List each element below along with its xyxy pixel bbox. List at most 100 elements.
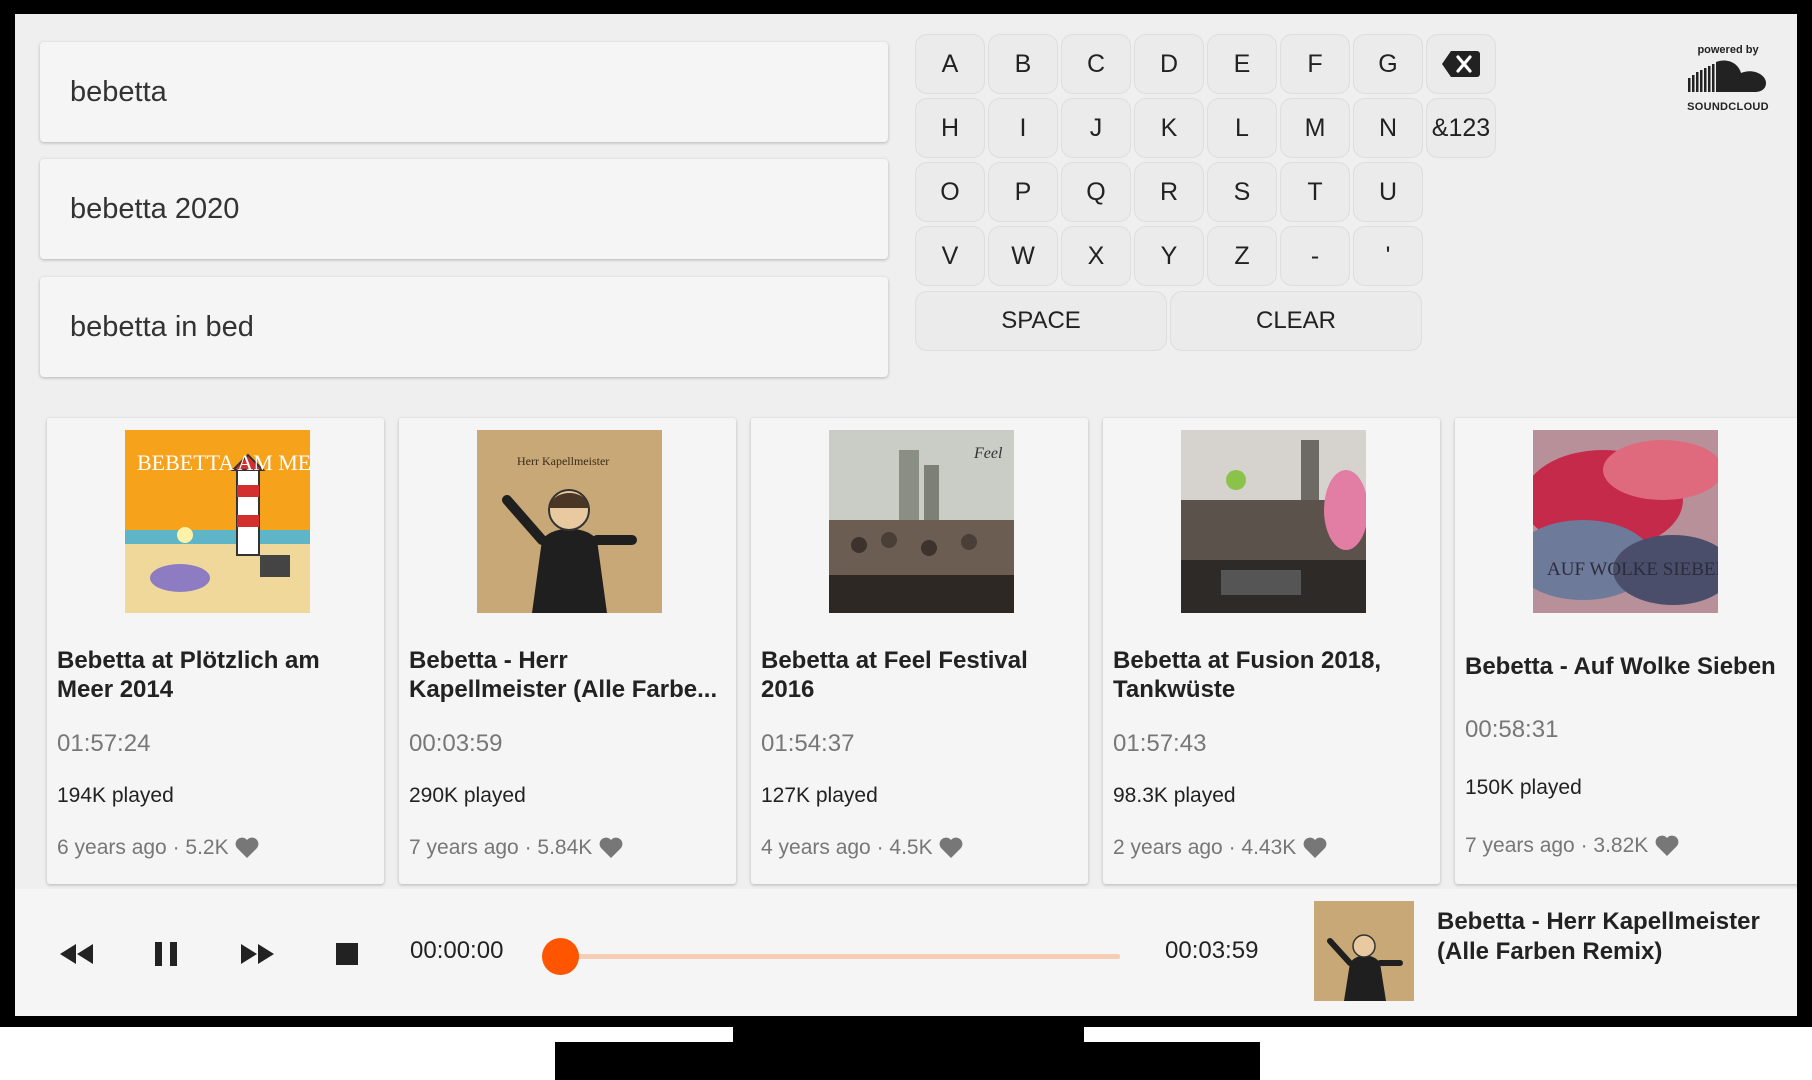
key-symbols[interactable]: &123 <box>1426 98 1496 158</box>
track-title: Bebetta at Feel Festival 2016 <box>761 647 1028 703</box>
key-d[interactable]: D <box>1134 34 1204 94</box>
heart-icon <box>599 838 623 859</box>
key-r[interactable]: R <box>1134 162 1204 222</box>
key-f[interactable]: F <box>1280 34 1350 94</box>
track-duration: 01:57:24 <box>57 730 151 757</box>
track-plays: 194K played <box>57 784 174 807</box>
track-plays: 127K played <box>761 784 878 807</box>
track-plays: 98.3K played <box>1113 784 1236 807</box>
track-artwork: Feel <box>829 430 1014 613</box>
search-suggestion[interactable]: bebetta <box>40 42 888 142</box>
device-stand-base <box>555 1042 1260 1080</box>
key-y[interactable]: Y <box>1134 226 1204 286</box>
track-card[interactable]: Feel Bebetta at Feel Festival 2016 01:54… <box>751 418 1088 884</box>
track-meta: 6 years ago · 5.2K <box>57 836 260 860</box>
heart-icon <box>236 838 259 859</box>
track-card[interactable]: AUF WOLKE SIEBEN Bebetta - Auf Wolke Sie… <box>1455 418 1797 884</box>
key-n[interactable]: N <box>1353 98 1423 158</box>
track-meta: 7 years ago · 3.82K <box>1465 834 1680 858</box>
soundcloud-cloud-icon <box>1688 60 1766 92</box>
track-meta-text: 7 years ago · 3.82K <box>1465 834 1649 857</box>
track-meta: 2 years ago · 4.43K <box>1113 836 1328 860</box>
space-key[interactable]: SPACE <box>915 291 1167 351</box>
key-c[interactable]: C <box>1061 34 1131 94</box>
key-v[interactable]: V <box>915 226 985 286</box>
key-x[interactable]: X <box>1061 226 1131 286</box>
rewind-button[interactable] <box>57 934 97 974</box>
total-time: 00:03:59 <box>1165 937 1259 964</box>
pause-button[interactable] <box>147 934 187 974</box>
heart-icon <box>1303 838 1327 859</box>
app-screen: bebetta bebetta 2020 bebetta in bed A B … <box>15 14 1797 1016</box>
key-m[interactable]: M <box>1280 98 1350 158</box>
clear-key[interactable]: CLEAR <box>1170 291 1422 351</box>
device-stand-neck <box>733 1020 1084 1044</box>
key-b[interactable]: B <box>988 34 1058 94</box>
powered-by-label: powered by <box>1697 44 1759 56</box>
artwork-text: Herr Kapellmeister <box>517 454 609 468</box>
stop-button[interactable] <box>327 934 367 974</box>
search-suggestion[interactable]: bebetta in bed <box>40 277 888 377</box>
key-e[interactable]: E <box>1207 34 1277 94</box>
key-j[interactable]: J <box>1061 98 1131 158</box>
soundcloud-wordmark: SOUNDCLOUD <box>1687 101 1769 113</box>
track-card[interactable]: Bebetta at Fusion 2018, Tankwüste 01:57:… <box>1103 418 1440 884</box>
now-playing-title: Bebetta - Herr Kapellmeister (Alle Farbe… <box>1437 908 1760 965</box>
key-z[interactable]: Z <box>1207 226 1277 286</box>
key-l[interactable]: L <box>1207 98 1277 158</box>
soundcloud-logo: powered by SOUNDCLOUD <box>1683 44 1773 134</box>
key-g[interactable]: G <box>1353 34 1423 94</box>
track-artwork: BEBETTA AM MEER <box>125 430 310 613</box>
track-duration: 00:58:31 <box>1465 716 1559 743</box>
fast-forward-icon <box>241 944 274 964</box>
track-meta-text: 4 years ago · 4.5K <box>761 836 933 859</box>
track-artwork: AUF WOLKE SIEBEN <box>1533 430 1718 613</box>
track-card[interactable]: Herr Kapellmeister Bebetta - Herr Kapell… <box>399 418 736 884</box>
key-o[interactable]: O <box>915 162 985 222</box>
stop-icon <box>336 943 358 965</box>
track-plays: 150K played <box>1465 776 1582 799</box>
heart-icon <box>1655 836 1679 857</box>
current-time: 00:00:00 <box>410 937 504 964</box>
backspace-icon <box>1442 51 1480 77</box>
track-duration: 01:54:37 <box>761 730 855 757</box>
key-w[interactable]: W <box>988 226 1058 286</box>
artwork-text: Feel <box>973 445 1003 462</box>
key-a[interactable]: A <box>915 34 985 94</box>
track-title: Bebetta at Fusion 2018, Tankwüste <box>1113 647 1382 703</box>
pause-icon <box>155 942 177 966</box>
player-bar: 00:00:00 00:03:59 Bebetta - Herr Kapellm… <box>15 889 1797 1016</box>
key-u[interactable]: U <box>1353 162 1423 222</box>
device-frame-right <box>1797 0 1812 1024</box>
key-s[interactable]: S <box>1207 162 1277 222</box>
track-duration: 00:03:59 <box>409 730 503 757</box>
track-title: Bebetta - Auf Wolke Sieben <box>1465 653 1776 680</box>
track-duration: 01:57:43 <box>1113 730 1207 757</box>
key-p[interactable]: P <box>988 162 1058 222</box>
track-title: Bebetta at Plötzlich am Meer 2014 <box>57 647 320 703</box>
key-apostrophe[interactable]: ' <box>1353 226 1423 286</box>
search-suggestion[interactable]: bebetta 2020 <box>40 159 888 259</box>
track-meta-text: 6 years ago · 5.2K <box>57 836 229 859</box>
key-t[interactable]: T <box>1280 162 1350 222</box>
key-q[interactable]: Q <box>1061 162 1131 222</box>
key-hyphen[interactable]: - <box>1280 226 1350 286</box>
progress-track[interactable] <box>560 954 1120 959</box>
track-artwork: Herr Kapellmeister <box>477 430 662 613</box>
backspace-key[interactable] <box>1426 34 1496 94</box>
rewind-icon <box>60 944 93 964</box>
progress-knob[interactable] <box>542 938 579 975</box>
key-i[interactable]: I <box>988 98 1058 158</box>
track-card[interactable]: BEBETTA AM MEER Bebetta at Plötzlich am … <box>47 418 384 884</box>
artwork-text: BEBETTA AM MEER <box>137 450 310 475</box>
track-meta-text: 2 years ago · 4.43K <box>1113 836 1297 859</box>
device-frame-left <box>0 0 15 1024</box>
device-frame-top <box>0 0 1812 14</box>
track-meta-text: 7 years ago · 5.84K <box>409 836 593 859</box>
key-h[interactable]: H <box>915 98 985 158</box>
fast-forward-button[interactable] <box>237 934 277 974</box>
now-playing-artwork <box>1314 901 1414 1001</box>
key-k[interactable]: K <box>1134 98 1204 158</box>
track-plays: 290K played <box>409 784 526 807</box>
track-meta: 4 years ago · 4.5K <box>761 836 964 860</box>
